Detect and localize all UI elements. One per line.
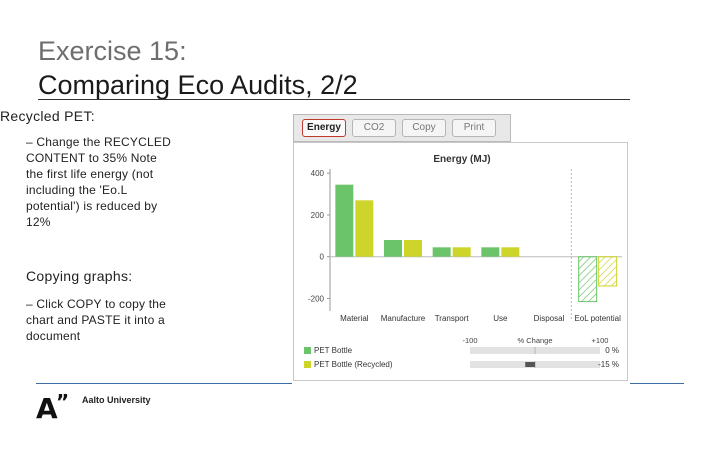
energy-button[interactable]: Energy [302, 119, 346, 137]
energy-chart-panel: Energy (MJ) 400 200 0 -200 Material Manufactu… [293, 142, 628, 381]
co2-button[interactable]: CO2 [352, 119, 396, 137]
bar-pet [481, 247, 500, 257]
footer-rule-left [36, 383, 292, 384]
footer-rule-right [630, 383, 684, 384]
change-min-label: -100 [462, 336, 477, 345]
energy-chart: Energy (MJ) 400 200 0 -200 Material Manufactu… [304, 154, 622, 369]
legend-label: PET Bottle (Recycled) [314, 360, 393, 369]
aalto-logo-quote: ” [56, 390, 70, 414]
category-label: Use [493, 314, 508, 323]
change-max-label: +100 [592, 336, 609, 345]
y-tick-label: -200 [308, 294, 325, 303]
bar-pet [578, 256, 598, 303]
bar-pet [335, 184, 354, 257]
slide-title-line1: Exercise 15: [38, 36, 187, 66]
change-value: 0 % [605, 346, 619, 355]
bar-pet [432, 247, 451, 257]
section-heading-recycled-pet: Recycled PET: [0, 108, 95, 124]
bar-pet-recycled [404, 240, 422, 257]
chart-title: Energy (MJ) [433, 154, 490, 165]
print-button[interactable]: Print [452, 119, 496, 137]
legend-swatch [304, 347, 311, 354]
bar-pet-recycled [355, 200, 374, 257]
change-title: % Change [517, 336, 552, 345]
aalto-logo-mark: A [36, 392, 58, 425]
bullet-line: potential') is reduced by [26, 199, 158, 213]
y-tick-label: 400 [311, 169, 325, 178]
bullet-line: CONTENT to 35% Note [26, 151, 157, 165]
bullet-line: document [26, 329, 81, 343]
bullet-line: – Change the RECYCLED [26, 135, 171, 149]
title-underline [38, 99, 630, 100]
y-tick-label: 200 [311, 211, 325, 220]
slide-title-line2: Comparing Eco Audits, 2/2 [38, 70, 358, 100]
category-label: Disposal [534, 314, 565, 323]
bar-pet-recycled [452, 247, 471, 257]
legend-swatch [304, 361, 311, 368]
bullet-line: the first life energy (not [26, 167, 154, 181]
bar-pet-recycled [501, 247, 520, 257]
change-fill [525, 362, 535, 367]
category-label: EoL potential [574, 314, 621, 323]
bullet-line: chart and PASTE it into a [26, 313, 165, 327]
chart-toolbar: Energy CO2 Copy Print [293, 114, 511, 142]
legend-label: PET Bottle [314, 346, 353, 355]
bullet-line: – Click COPY to copy the [26, 297, 166, 311]
category-label: Transport [435, 314, 470, 323]
y-tick-label: 0 [320, 253, 325, 262]
category-label: Material [340, 314, 369, 323]
bullet-line: 12% [26, 215, 51, 229]
bar-pet-recycled [598, 256, 618, 287]
bullet-line: including the 'Eo.L [26, 183, 128, 197]
category-label: Manufacture [381, 314, 426, 323]
bar-pet [384, 240, 402, 257]
copy-button[interactable]: Copy [402, 119, 446, 137]
aalto-logo-text: Aalto University [82, 395, 151, 405]
section-heading-copying-graphs: Copying graphs: [26, 268, 133, 284]
change-value: -15 % [598, 360, 619, 369]
